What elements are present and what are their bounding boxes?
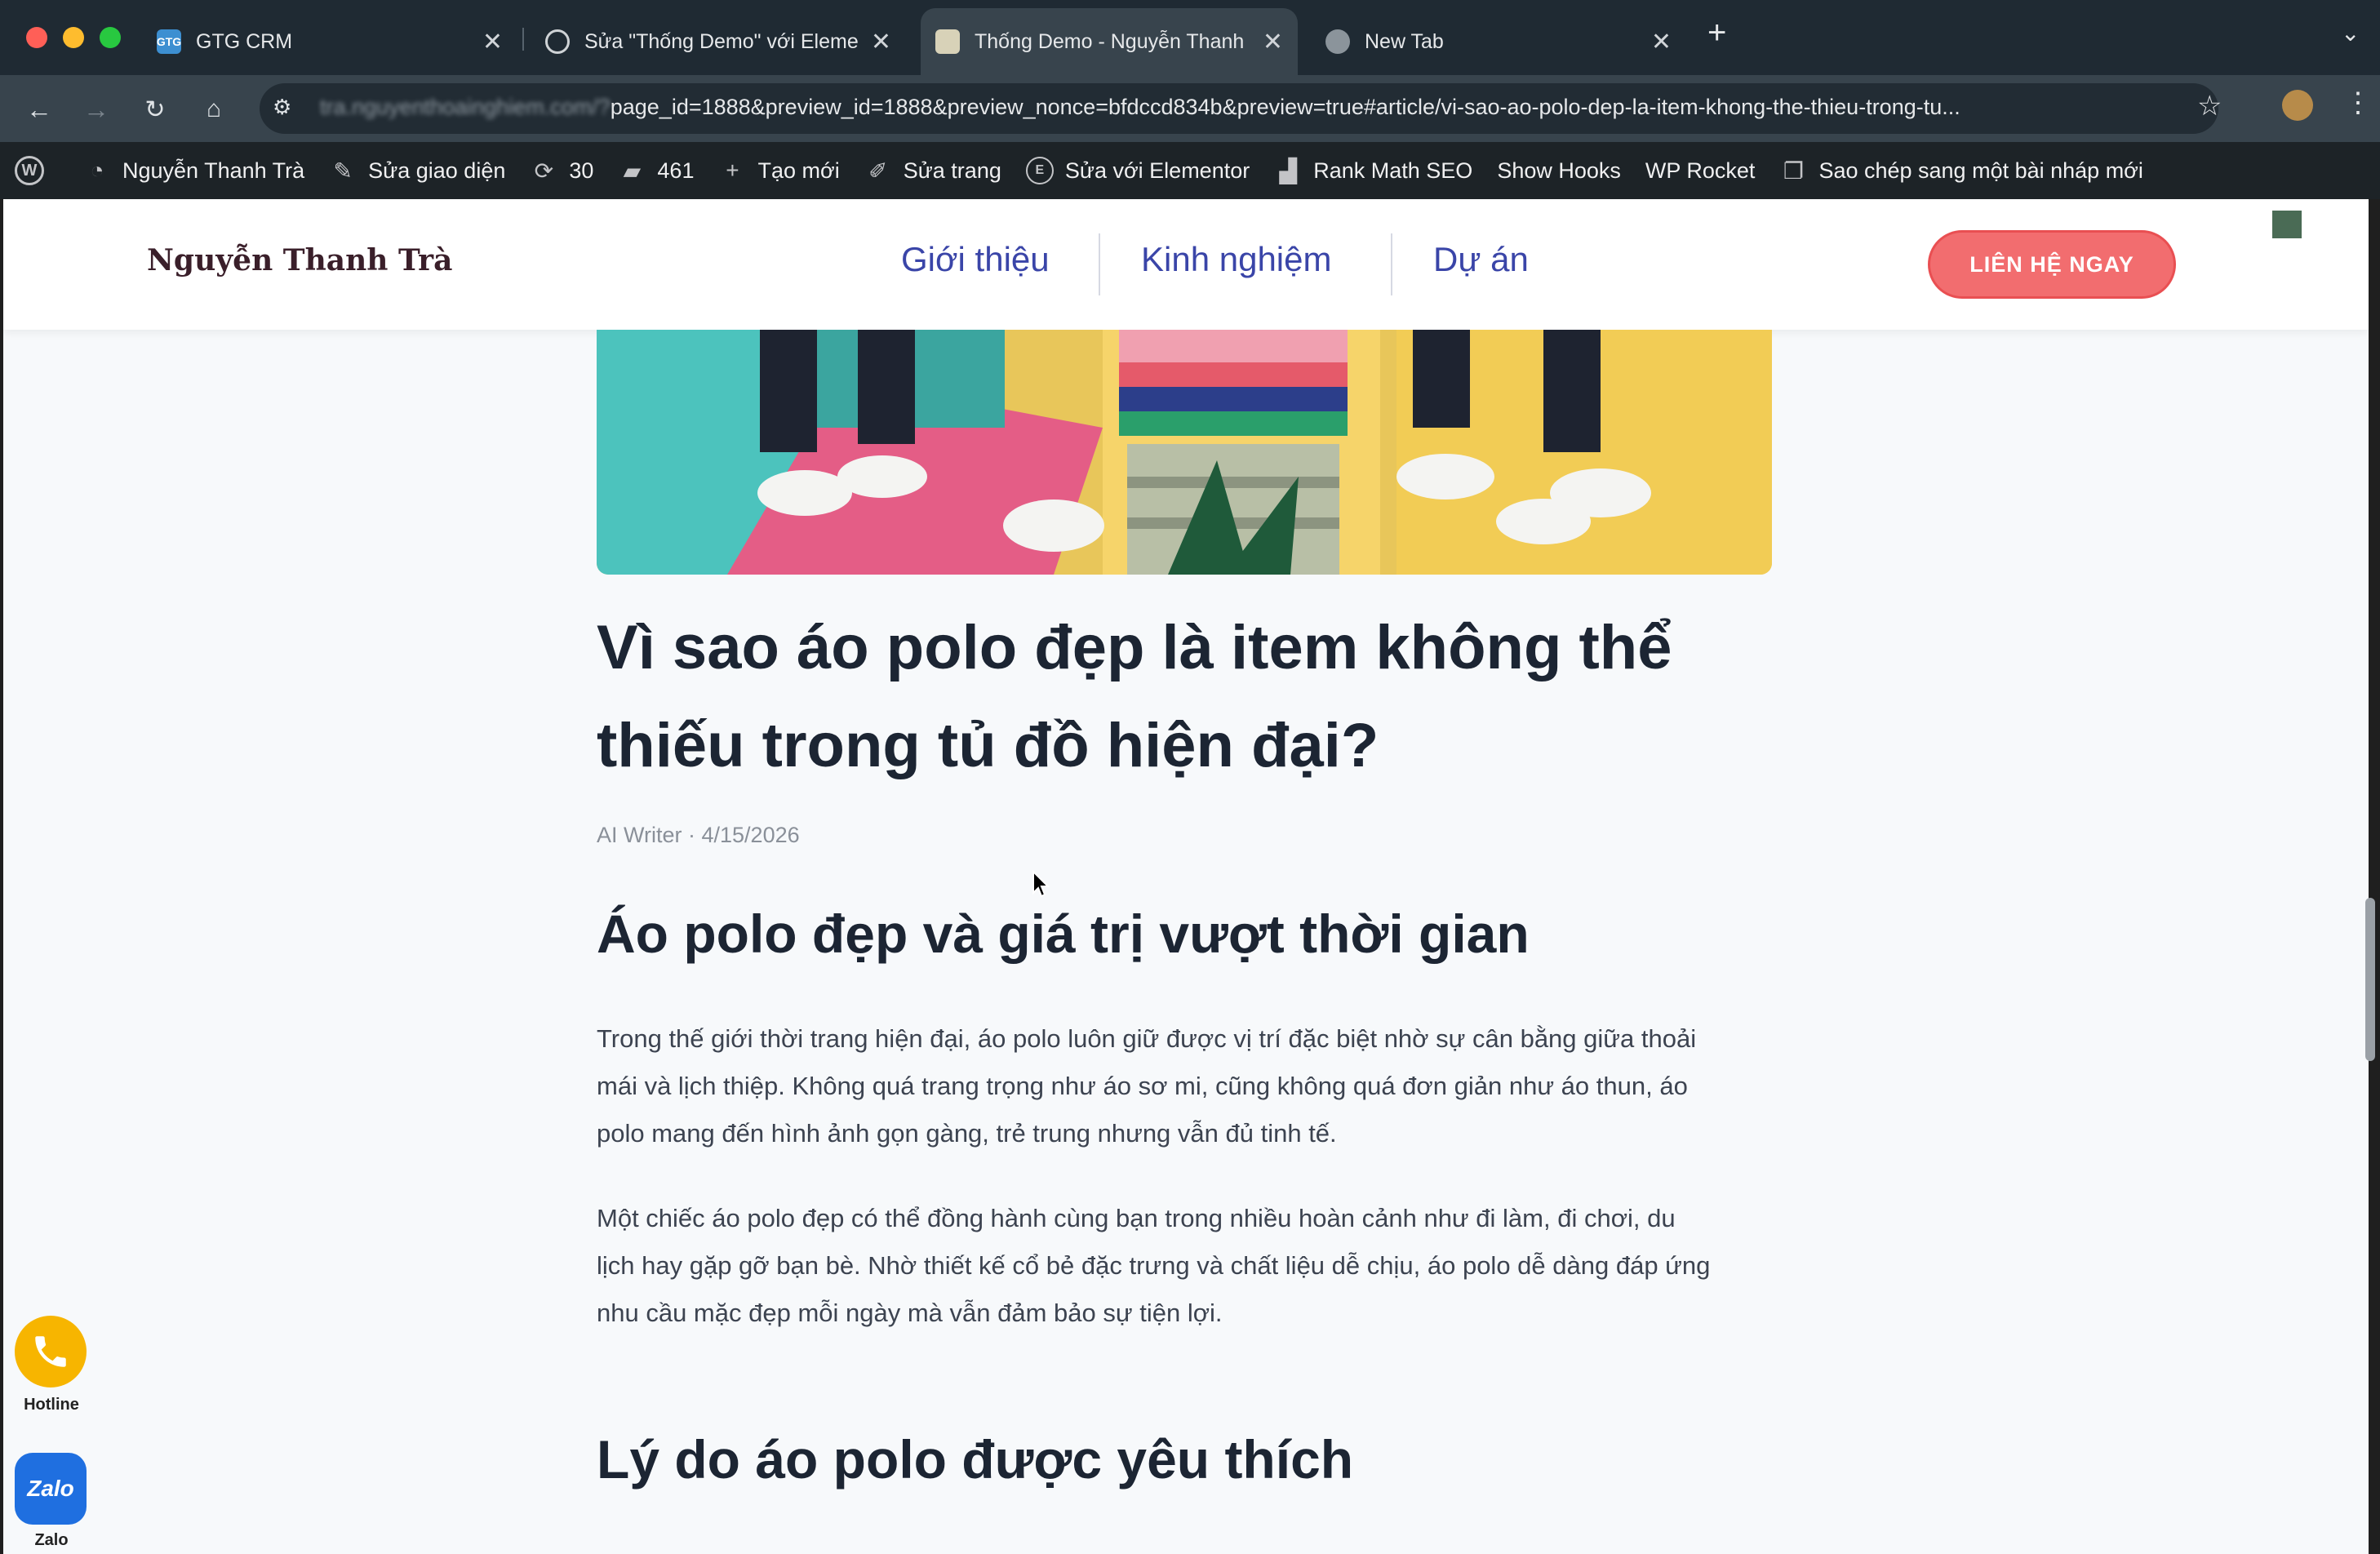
nav-link-kinh-nghiem[interactable]: Kinh nghiệm — [1141, 240, 1331, 279]
home-icon[interactable]: ⌂ — [196, 91, 232, 127]
url-path: page_id=1888&preview_id=1888&preview_non… — [610, 95, 1960, 119]
zalo-button[interactable]: Zalo — [15, 1453, 87, 1525]
plus-icon: + — [726, 158, 739, 183]
elementor-icon: E — [1025, 157, 1054, 184]
admin-bar-label: Sao chép sang một bài nháp mới — [1818, 158, 2143, 183]
rankmath-icon: ▟ — [1279, 158, 1297, 184]
tab-new-tab[interactable]: New Tab ✕ — [1311, 8, 1686, 75]
paragraph-2-line-1: Một chiếc áo polo đẹp có thể đồng hành c… — [597, 1204, 1676, 1232]
admin-avatar[interactable] — [2272, 211, 2302, 238]
article-meta: AI Writer · 4/15/2026 — [597, 823, 800, 847]
zalo-label: Zalo — [34, 1531, 69, 1549]
brush-icon: ✎ — [333, 158, 353, 184]
section-heading-2: Lý do áo polo được yêu thích — [597, 1429, 1354, 1490]
phone-icon — [35, 1336, 66, 1367]
updates-item[interactable]: ⟳ 30 — [530, 157, 594, 184]
site-info-icon[interactable]: ⚙ — [273, 95, 291, 120]
paragraph-2-line-2: lịch hay gặp gỡ bạn bè. Nhờ thiết kế cổ … — [597, 1251, 1711, 1280]
pencil-icon: ✐ — [868, 158, 888, 184]
tab-title: New Tab — [1365, 29, 1444, 53]
wp-rocket-item[interactable]: WP Rocket — [1645, 158, 1756, 184]
tab-close-icon[interactable]: ✕ — [1651, 28, 1672, 56]
tab-close-icon[interactable]: ✕ — [482, 28, 503, 56]
article-title-line-1: Vì sao áo polo đẹp là item không thể — [597, 613, 1672, 682]
admin-bar-label: Sửa với Elementor — [1064, 158, 1250, 183]
edit-with-elementor-item[interactable]: E Sửa với Elementor — [1025, 157, 1250, 184]
admin-bar-label: 30 — [569, 158, 594, 183]
paragraph-1-line-1: Trong thế giới thời trang hiện đại, áo p… — [597, 1024, 1697, 1053]
rank-math-item[interactable]: ▟ Rank Math SEO — [1274, 157, 1472, 184]
close-window-button[interactable] — [26, 27, 47, 48]
dashboard-icon: ◔ — [90, 158, 104, 183]
hotline-button[interactable] — [15, 1316, 87, 1388]
admin-bar-label: Nguyễn Thanh Trà — [122, 158, 305, 183]
page-favicon-icon — [935, 29, 960, 54]
article-title-line-2: thiếu trong tủ đồ hiện đại? — [597, 711, 1379, 780]
minimize-window-button[interactable] — [63, 27, 84, 48]
new-content-item[interactable]: + Tạo mới — [718, 157, 839, 184]
tab-search-chevron-icon[interactable]: ⌄ — [2341, 20, 2360, 47]
reload-icon[interactable]: ↻ — [137, 91, 173, 127]
gtg-crm-favicon-icon: GTG — [157, 29, 181, 54]
tab-gtg-crm[interactable]: GTG GTG CRM ✕ — [142, 8, 517, 75]
updates-icon: ⟳ — [534, 158, 554, 184]
paragraph-1-line-2: mái và lịch thiệp. Không quá trang trọng… — [597, 1072, 1688, 1100]
contact-cta-button[interactable]: LIÊN HỆ NGAY — [1928, 230, 2176, 299]
section-heading-1: Áo polo đẹp và giá trị vượt thời gian — [597, 904, 1530, 964]
tab-close-icon[interactable]: ✕ — [871, 28, 891, 56]
show-hooks-item[interactable]: Show Hooks — [1497, 158, 1621, 184]
back-icon[interactable]: ← — [21, 91, 57, 127]
bookmark-star-icon[interactable]: ☆ — [2197, 90, 2222, 122]
nav-link-du-an[interactable]: Dự án — [1433, 240, 1529, 279]
url-host: tra.nguyenthoainghiem.com/? — [320, 95, 611, 119]
menu-kebab-icon[interactable]: ⋮ — [2344, 87, 2372, 119]
nav-divider — [1099, 233, 1100, 295]
page-viewport: Nguyễn Thanh Trà Giới thiệu Kinh nghiệm … — [3, 199, 2369, 1554]
edit-page-item[interactable]: ✐ Sửa trang — [864, 157, 1001, 184]
admin-bar-label: Rank Math SEO — [1313, 158, 1473, 183]
wordpress-icon: W — [15, 156, 44, 185]
site-name-item[interactable]: ◔ Nguyễn Thanh Trà — [83, 157, 305, 184]
wp-logo-item[interactable]: W — [15, 156, 59, 185]
page-scrollbar[interactable] — [2365, 898, 2375, 1061]
admin-bar-label: Sửa trang — [903, 158, 1001, 183]
url-text[interactable]: tra.nguyenthoainghiem.com/?page_id=1888&… — [320, 95, 1960, 120]
nav-link-gioi-thieu[interactable]: Giới thiệu — [901, 240, 1050, 279]
article-hero-image — [597, 330, 1772, 575]
paragraph-1-line-3: polo mang đến hình ảnh gọn gàng, trẻ tru… — [597, 1119, 1337, 1148]
comment-icon: ▰ — [623, 158, 642, 184]
chrome-icon — [1325, 29, 1350, 54]
admin-bar-label: 461 — [657, 158, 695, 183]
copy-icon: ❐ — [1783, 158, 1804, 184]
tab-close-icon[interactable]: ✕ — [1263, 28, 1283, 56]
forward-icon[interactable]: → — [78, 91, 114, 127]
new-tab-button[interactable]: + — [1707, 15, 1726, 51]
profile-avatar[interactable] — [2282, 90, 2313, 121]
globe-icon — [545, 29, 570, 54]
duplicate-draft-item[interactable]: ❐ Sao chép sang một bài nháp mới — [1779, 157, 2143, 184]
tab-title: GTG CRM — [196, 29, 293, 53]
admin-bar-label: Tạo mới — [757, 158, 840, 183]
tab-title: Thống Demo - Nguyễn Thanh Trà — [975, 29, 1250, 53]
nav-divider — [1391, 233, 1392, 295]
tab-separator — [522, 28, 524, 51]
mouse-cursor-icon — [1032, 870, 1050, 898]
paragraph-2-line-3: nhu cầu mặc đẹp mỗi ngày mà vẫn đảm bảo … — [597, 1299, 1223, 1327]
customize-item[interactable]: ✎ Sửa giao diện — [329, 157, 505, 184]
admin-bar-label: Show Hooks — [1497, 158, 1621, 183]
wp-admin-bar: W ◔ Nguyễn Thanh Trà ✎ Sửa giao diện ⟳ 3… — [0, 142, 2380, 199]
site-logo[interactable]: Nguyễn Thanh Trà — [147, 243, 452, 278]
maximize-window-button[interactable] — [100, 27, 121, 48]
tab-thong-demo[interactable]: Thống Demo - Nguyễn Thanh Trà ✕ — [921, 8, 1298, 75]
hotline-label: Hotline — [24, 1396, 79, 1414]
tab-elementor[interactable]: Sửa "Thống Demo" với Elementor ✕ — [531, 8, 906, 75]
tab-title: Sửa "Thống Demo" với Elementor — [584, 29, 858, 53]
comments-item[interactable]: ▰ 461 — [618, 157, 695, 184]
admin-bar-label: Sửa giao diện — [368, 158, 506, 183]
admin-bar-label: WP Rocket — [1645, 158, 1756, 183]
